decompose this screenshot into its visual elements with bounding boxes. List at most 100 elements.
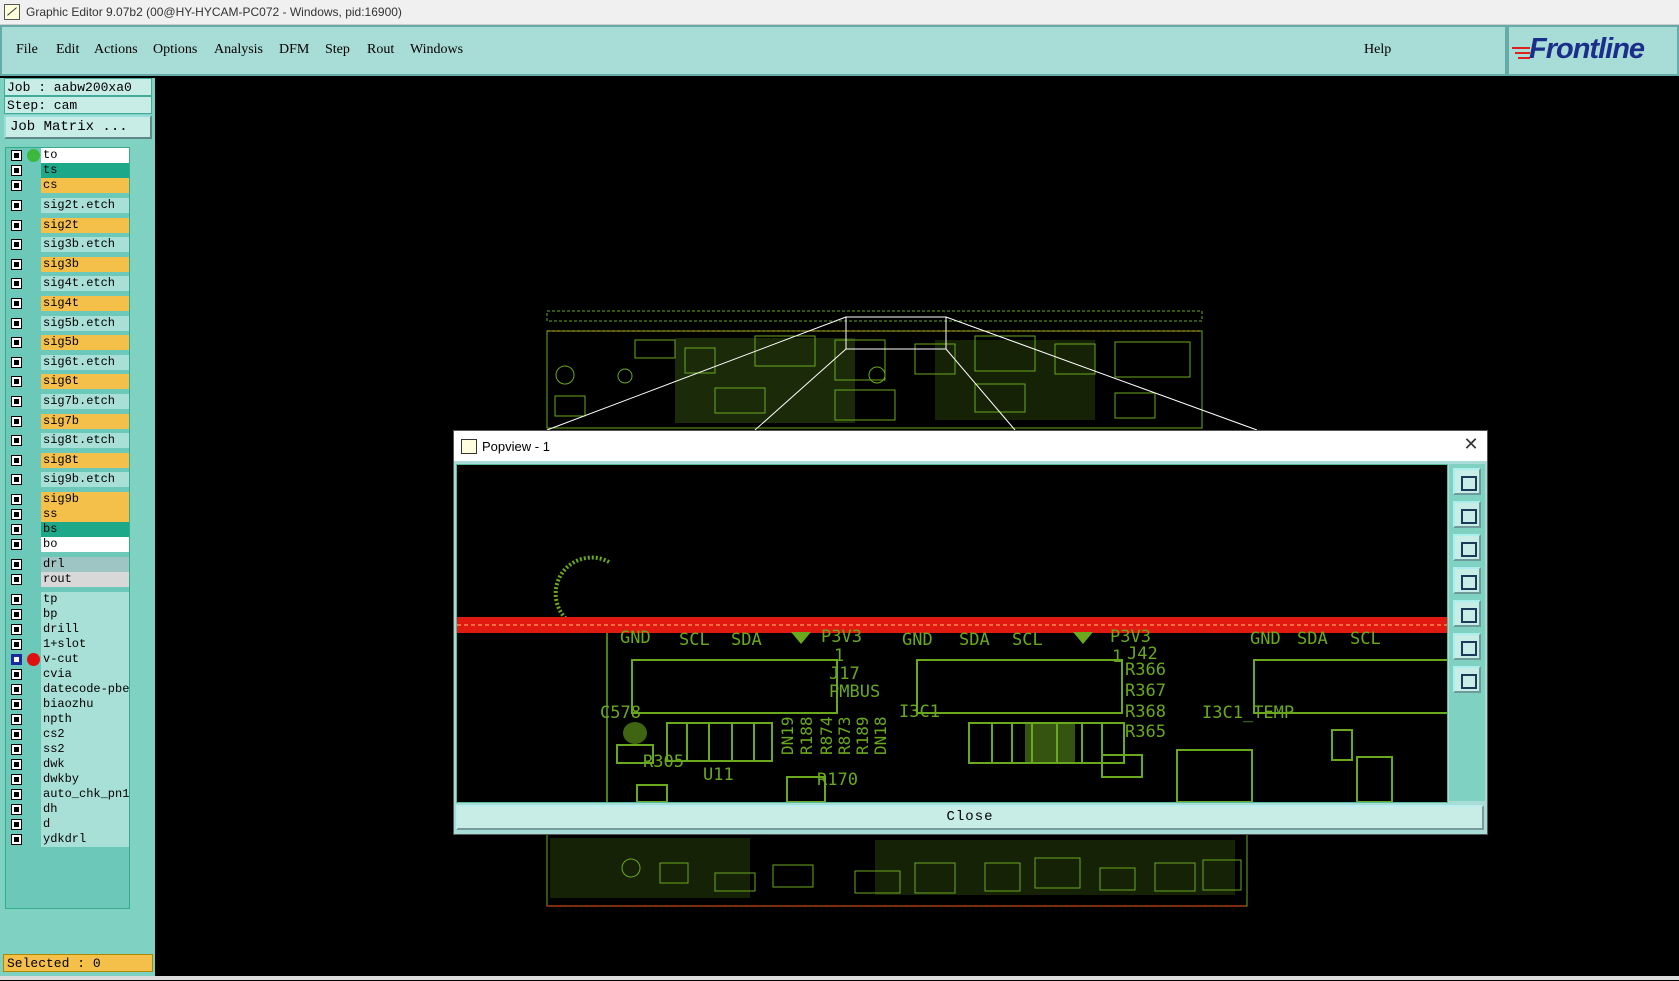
layer-name[interactable]: sig8t [41,452,129,468]
layer-row[interactable]: sig9b.etch [6,472,129,488]
layer-checkbox[interactable] [11,200,22,211]
layer-row[interactable]: sig3b.etch [6,237,129,253]
pan-up-button[interactable] [1453,501,1481,528]
layer-checkbox[interactable] [11,356,22,368]
layer-row[interactable]: ydkdrl [6,832,129,847]
layer-checkbox[interactable] [11,337,22,349]
job-matrix-button[interactable]: Job Matrix ... [4,115,152,139]
layer-row[interactable]: rout [6,572,129,587]
zoom-window-button[interactable] [1453,468,1481,495]
menu-analysis[interactable]: Analysis [214,42,263,58]
menu-step[interactable]: Step [325,42,350,58]
layer-checkbox[interactable] [11,298,22,309]
layer-name[interactable]: bp [41,607,129,622]
layer-name[interactable]: cs [41,178,129,193]
layer-row[interactable]: cvia [6,667,129,682]
layer-name[interactable]: dwk [41,757,129,772]
layer-row[interactable]: ss2 [6,742,129,757]
layer-row[interactable]: dwkby [6,772,129,787]
layer-checkbox[interactable] [11,317,22,329]
layer-name[interactable]: cvia [41,667,129,682]
layer-row[interactable]: sig8t [6,452,129,468]
layer-checkbox[interactable] [11,639,22,650]
layer-row[interactable]: npth [6,712,129,727]
layer-name[interactable]: ss2 [41,742,129,757]
layer-checkbox[interactable] [11,239,22,251]
zoom-in-button[interactable] [1453,633,1481,660]
layer-row[interactable]: bo [6,537,129,552]
pan-down-button[interactable] [1453,534,1481,561]
layer-name[interactable]: biaozhu [41,697,129,712]
layer-row[interactable]: to [6,148,129,163]
layer-checkbox[interactable] [11,714,22,725]
layer-row[interactable]: dwk [6,757,129,772]
layer-checkbox[interactable] [11,789,22,800]
layer-row[interactable]: sig4t.etch [6,276,129,292]
layer-row[interactable]: sig4t [6,296,129,311]
layer-row[interactable]: bp [6,607,129,622]
layer-row[interactable]: sig7b [6,413,129,429]
layer-name[interactable]: drill [41,622,129,637]
layer-row[interactable]: sig9b [6,492,129,507]
pan-left-button[interactable] [1453,567,1481,594]
layer-row[interactable]: sig2t.etch [6,198,129,213]
layer-row[interactable]: auto_chk_pn1 [6,787,129,802]
layer-row[interactable]: ts [6,163,129,178]
layer-name[interactable]: sig6t.etch [41,354,129,370]
layer-row[interactable]: tp [6,592,129,607]
layer-name[interactable]: sig9b [41,492,129,507]
popview-canvas[interactable]: GND SCL SDA P3V3 1 J17 PMBUS GND SDA SCL… [456,464,1448,803]
layer-name[interactable]: bs [41,522,129,537]
layer-name[interactable]: auto_chk_pn1 [41,787,129,802]
layer-checkbox[interactable] [11,180,22,191]
close-button[interactable]: Close [456,805,1484,830]
layer-checkbox[interactable] [11,684,22,695]
layer-checkbox[interactable] [11,396,22,407]
layer-name[interactable]: datecode-pbe [41,682,129,697]
layer-row[interactable]: cs [6,178,129,193]
layer-checkbox[interactable] [11,759,22,770]
layer-row[interactable]: d [6,817,129,832]
layer-name[interactable]: sig7b.etch [41,394,129,409]
layer-row[interactable]: bs [6,522,129,537]
layer-name[interactable]: sig5b [41,335,129,351]
layer-row[interactable]: drl [6,557,129,572]
layer-checkbox[interactable] [11,729,22,740]
layer-name[interactable]: dwkby [41,772,129,787]
layer-row[interactable]: datecode-pbe [6,682,129,697]
layer-name[interactable]: sig2t.etch [41,198,129,213]
layer-checkbox[interactable] [11,524,22,535]
layer-checkbox[interactable] [11,219,22,231]
layer-name[interactable]: drl [41,557,129,572]
layer-row[interactable]: sig5b [6,335,129,351]
menu-edit[interactable]: Edit [56,42,79,58]
layer-name[interactable]: rout [41,572,129,587]
layer-name[interactable]: ydkdrl [41,832,129,847]
layer-checkbox[interactable] [11,624,22,635]
layer-name[interactable]: sig3b [41,256,129,272]
layer-checkbox[interactable] [11,278,22,290]
layer-checkbox[interactable] [11,376,22,388]
layer-name[interactable]: dh [41,802,129,817]
zoom-out-button[interactable] [1453,666,1481,693]
layer-row[interactable]: ss [6,507,129,522]
layer-row[interactable]: sig3b [6,256,129,272]
layer-row[interactable]: sig6t [6,374,129,390]
layer-name[interactable]: sig6t [41,374,129,390]
layer-name[interactable]: npth [41,712,129,727]
layer-checkbox[interactable] [11,494,22,505]
layer-checkbox[interactable] [11,669,22,680]
layer-row[interactable]: drill [6,622,129,637]
layer-checkbox[interactable] [11,415,22,427]
layer-row[interactable]: sig8t.etch [6,433,129,449]
menu-windows[interactable]: Windows [410,42,463,58]
layer-name[interactable]: ts [41,163,129,178]
layer-name[interactable]: sig2t [41,217,129,233]
layer-checkbox[interactable] [11,834,22,845]
menu-options[interactable]: Options [153,42,197,58]
layer-row[interactable]: v-cut [6,652,129,667]
menu-file[interactable]: File [16,42,38,58]
layer-checkbox[interactable] [11,165,22,176]
layer-checkbox[interactable] [11,150,22,161]
layer-row[interactable]: sig2t [6,217,129,233]
